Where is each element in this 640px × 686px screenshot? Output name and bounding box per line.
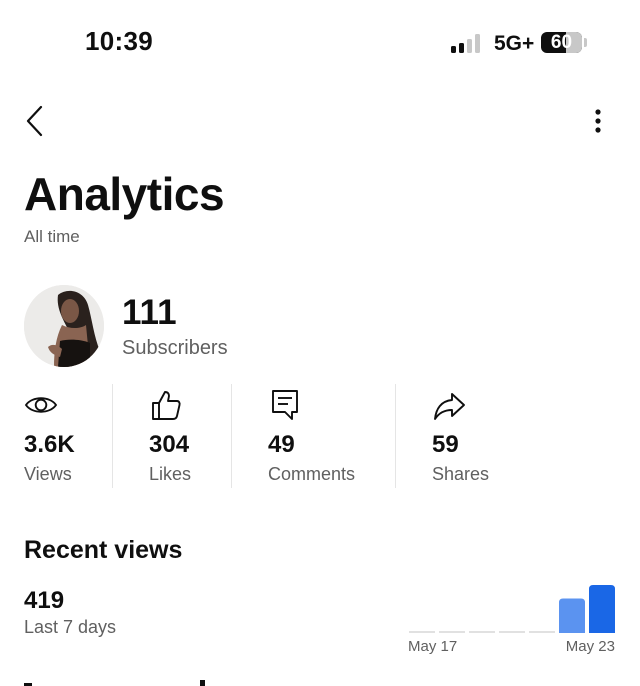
page-title: Analytics [24,168,225,220]
metric-shares[interactable]: 59 Shares [432,384,532,488]
metric-divider [395,384,396,488]
avatar-image [24,285,104,367]
chart-bar [529,631,555,633]
chart-bar [589,585,615,633]
eye-icon [24,397,58,413]
back-button[interactable] [20,104,52,138]
chart-x-tick-label: May 17 [408,638,457,655]
recent-views-value: 419 [24,587,65,614]
battery-tip [584,38,587,47]
metric-label: Likes [149,464,192,484]
chevron-left-icon [26,105,43,137]
metric-views[interactable]: 3.6K Views [24,384,104,488]
share-arrow-icon [434,393,465,420]
subscribers-count: 111 [122,293,177,332]
metric-value: 304 [149,431,190,458]
recent-views-title: Recent views [24,536,183,564]
recent-views-period: Last 7 days [24,617,117,637]
metric-label: Comments [268,464,356,484]
metric-value: 3.6K [24,431,75,458]
metric-comments[interactable]: 49 Comments [268,384,388,488]
thumbs-up-icon [152,391,181,420]
metric-label: Shares [432,464,490,484]
channel-avatar[interactable] [24,285,104,367]
vertical-ellipsis-icon [595,109,601,133]
battery-level: 60 [550,32,573,53]
network-type: 5G+ [494,32,535,55]
page-subtitle: All time [24,227,80,246]
chart-bar [409,631,435,633]
chart-x-tick-label: May 23 [566,638,615,655]
metric-value: 59 [432,431,459,458]
chart-bar [559,598,585,633]
chart-bar [439,631,465,633]
metric-likes[interactable]: 304 Likes [149,384,229,488]
recent-views-chart[interactable]: May 17 May 23 [405,580,620,660]
metric-label: Views [24,464,72,484]
chart-bar [499,631,525,633]
cellular-signal-icon [451,34,485,53]
chart-bar [469,631,495,633]
metric-divider [231,384,232,488]
subscribers-label: Subscribers [122,337,228,359]
metric-divider [112,384,113,488]
metric-value: 49 [268,431,295,458]
status-time: 10:39 [85,26,153,56]
next-section-edge [24,680,205,686]
more-options-button[interactable] [585,104,611,138]
comment-icon [272,390,298,420]
battery-icon: 60 [541,32,582,53]
